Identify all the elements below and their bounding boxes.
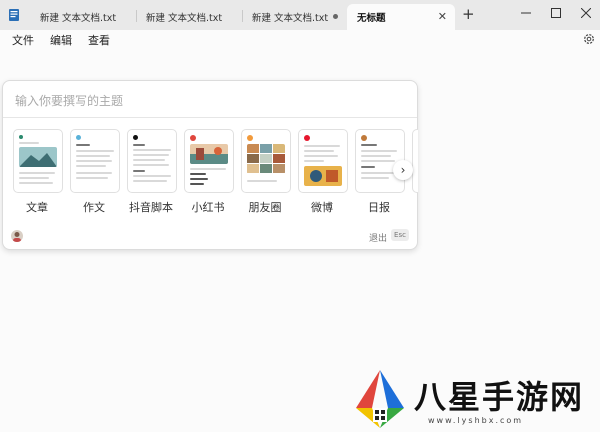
minimize-button[interactable] <box>512 2 540 24</box>
template-label: 日报 <box>368 201 390 214</box>
text-line <box>361 177 389 179</box>
new-tab-button[interactable]: + <box>462 5 475 23</box>
landscape-image-icon <box>19 147 57 167</box>
template-logo-icon <box>19 135 23 139</box>
watermark-text: 八星手游网 <box>414 378 585 416</box>
tab-document-2[interactable]: 新建 文本文档.txt <box>136 4 240 30</box>
tab-label: 新建 文本文档.txt <box>252 13 329 24</box>
text-line <box>133 144 145 146</box>
painting-image-icon <box>190 144 228 164</box>
photo-grid-icon <box>247 144 285 173</box>
text-line <box>361 166 375 168</box>
text-line <box>304 160 324 162</box>
maximize-button[interactable] <box>542 2 570 24</box>
template-card-xiaohongshu[interactable] <box>184 129 234 193</box>
settings-gear-icon[interactable] <box>582 32 596 46</box>
text-line <box>304 145 340 147</box>
text-line <box>133 175 171 177</box>
text-line <box>133 149 171 151</box>
next-templates-button[interactable]: › <box>393 160 413 180</box>
text-line <box>76 172 112 174</box>
menu-file[interactable]: 文件 <box>12 32 34 48</box>
text-line <box>76 160 112 162</box>
text-line <box>304 155 338 157</box>
template-card-partial[interactable] <box>412 129 418 193</box>
close-icon <box>581 8 591 18</box>
minimize-icon <box>521 12 531 14</box>
topic-input[interactable] <box>13 89 407 113</box>
text-line <box>361 160 395 162</box>
daily-report-logo-icon <box>361 135 367 141</box>
watermark-logo-icon <box>356 370 404 428</box>
illustration-image-icon <box>304 166 342 186</box>
template-label: 抖音脚本 <box>129 201 173 214</box>
text-line <box>361 150 397 152</box>
tab-label: 新建 文本文档.txt <box>146 13 223 24</box>
template-label: 文章 <box>26 201 48 214</box>
title-bar: 新建 文本文档.txt 新建 文本文档.txt 新建 文本文档.txt 无标题 … <box>0 0 600 30</box>
text-line <box>190 168 226 170</box>
text-line <box>133 154 169 156</box>
template-card-weibo[interactable] <box>298 129 348 193</box>
weibo-logo-icon <box>304 135 310 141</box>
text-line <box>19 182 53 184</box>
xiaohongshu-logo-icon <box>190 135 196 141</box>
moments-logo-icon <box>247 135 253 141</box>
template-card-article[interactable] <box>13 129 63 193</box>
user-avatar[interactable] <box>11 230 23 242</box>
text-line <box>76 144 90 146</box>
template-label: 作文 <box>83 201 105 214</box>
text-line <box>361 155 391 157</box>
text-line <box>190 178 208 180</box>
text-line <box>361 172 397 174</box>
text-line <box>19 172 55 174</box>
text-line <box>190 183 204 185</box>
text-line <box>304 150 334 152</box>
text-line <box>19 142 39 144</box>
watermark-url: www.lyshbx.com <box>428 416 524 425</box>
text-line <box>247 180 277 182</box>
douyin-logo-icon <box>133 135 138 140</box>
text-line <box>133 170 145 172</box>
text-line <box>133 164 169 166</box>
tab-untitled[interactable]: 无标题 ✕ <box>347 4 455 30</box>
maximize-icon <box>551 8 561 18</box>
text-line <box>76 155 110 157</box>
tab-label: 无标题 <box>357 13 386 24</box>
text-line <box>133 159 165 161</box>
tab-document-3[interactable]: 新建 文本文档.txt <box>242 4 346 30</box>
notepad-app-icon <box>9 9 19 21</box>
divider <box>3 117 417 118</box>
template-card-essay[interactable] <box>70 129 120 193</box>
esc-key-hint: Esc <box>391 229 409 241</box>
template-label: 小红书 <box>191 201 225 214</box>
text-line <box>19 177 49 179</box>
text-line <box>361 144 377 146</box>
site-watermark: 八星手游网 www.lyshbx.com <box>350 368 598 432</box>
avatar-icon <box>13 232 21 242</box>
menu-edit[interactable]: 编辑 <box>50 32 72 48</box>
text-line <box>76 165 106 167</box>
chevron-right-icon: › <box>400 163 406 177</box>
template-label: 微博 <box>311 201 333 214</box>
template-logo-icon <box>76 135 81 140</box>
text-line <box>76 150 114 152</box>
text-line <box>133 180 167 182</box>
tab-label: 新建 文本文档.txt <box>40 13 117 24</box>
menu-view[interactable]: 查看 <box>88 32 110 48</box>
text-line <box>76 177 108 179</box>
close-tab-icon[interactable]: ✕ <box>438 10 447 23</box>
unsaved-dot-icon <box>333 14 338 19</box>
exit-button[interactable]: 退出 <box>369 231 387 244</box>
template-label: 朋友圈 <box>248 201 282 214</box>
tab-document-1[interactable]: 新建 文本文档.txt <box>30 4 134 30</box>
writing-assistant-panel: › 文章 作文 抖音脚本 小红书 朋友圈 微博 日报 退出 Esc <box>2 80 418 250</box>
menu-bar: 文件 编辑 查看 <box>0 30 600 50</box>
close-window-button[interactable] <box>572 2 600 24</box>
template-card-moments[interactable] <box>241 129 291 193</box>
template-card-douyin-script[interactable] <box>127 129 177 193</box>
text-line <box>190 173 206 175</box>
